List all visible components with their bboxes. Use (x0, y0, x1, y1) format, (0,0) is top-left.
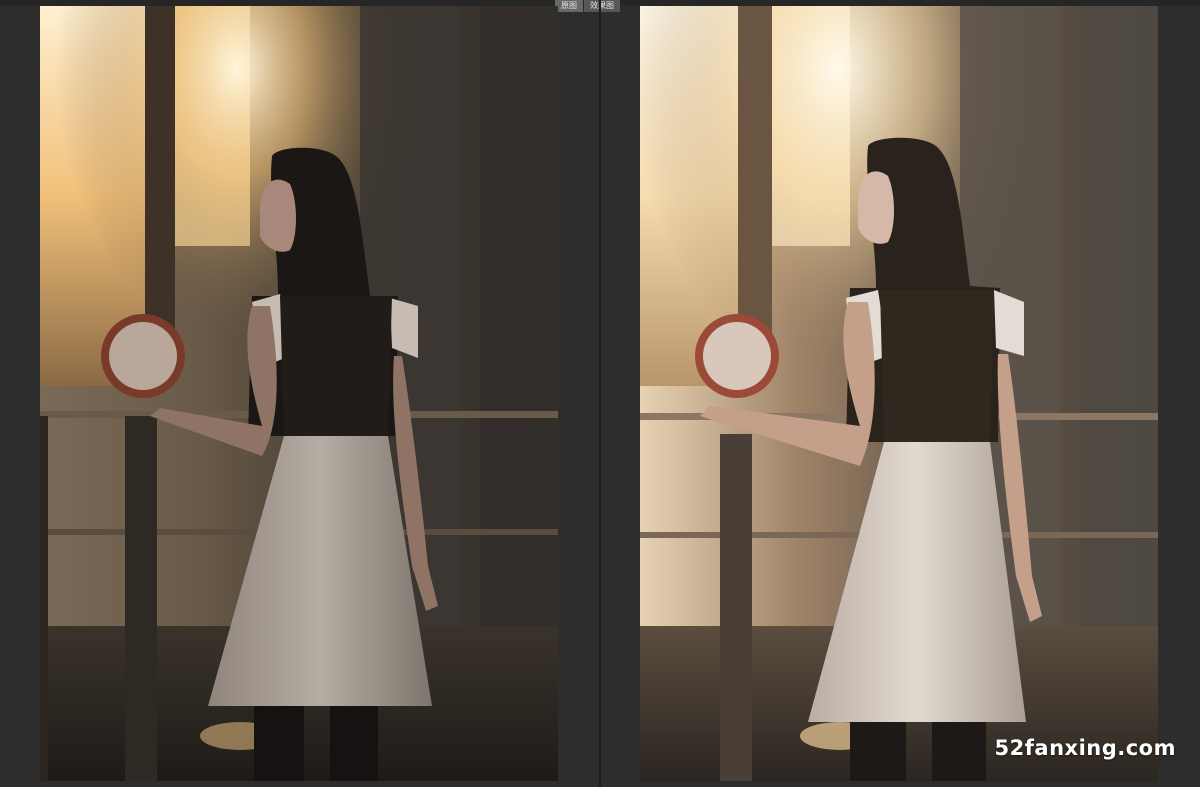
panel-divider[interactable] (599, 0, 601, 787)
original-image-panel (40, 6, 558, 781)
tab-edited[interactable]: 效果图 (584, 0, 620, 12)
comparison-viewer: 原图 效果图 52fanxing.com (0, 0, 1200, 787)
edited-photo (640, 6, 1158, 781)
original-photo (40, 6, 558, 781)
edited-image-panel (640, 6, 1158, 781)
watermark-text: 52fanxing.com (994, 736, 1176, 760)
view-tabs: 原图 效果图 (555, 0, 620, 12)
tab-original[interactable]: 原图 (555, 0, 583, 12)
